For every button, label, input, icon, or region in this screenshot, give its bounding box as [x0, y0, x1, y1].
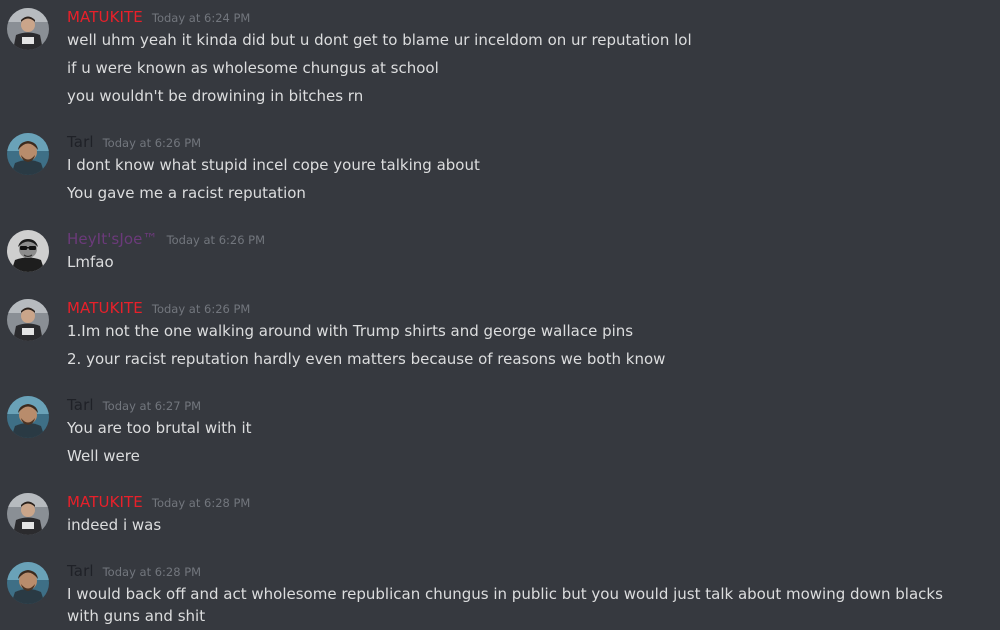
- timestamp[interactable]: Today at 6:26 PM: [167, 233, 265, 247]
- message-group: Tarl Today at 6:26 PM I dont know what st…: [0, 125, 1000, 210]
- message-text: well uhm yeah it kinda did but u dont ge…: [67, 31, 692, 49]
- avatar[interactable]: [7, 230, 49, 272]
- timestamp[interactable]: Today at 6:26 PM: [103, 136, 201, 150]
- username[interactable]: MATUKITE: [67, 299, 143, 317]
- message-group: HeyIt'sJoe™ Today at 6:26 PM Lmfao: [0, 222, 1000, 282]
- message-text: I dont know what stupid incel cope youre…: [67, 156, 480, 174]
- message-text: You are too brutal with it: [67, 419, 252, 437]
- timestamp[interactable]: Today at 6:24 PM: [152, 11, 250, 25]
- message-text: 1.Im not the one walking around with Tru…: [67, 322, 634, 340]
- avatar[interactable]: [7, 8, 49, 50]
- message-group: Tarl Today at 6:28 PM I would back off an…: [0, 554, 1000, 630]
- avatar[interactable]: [7, 562, 49, 604]
- matukite-avatar-icon: [7, 8, 49, 50]
- matukite-avatar-icon: [7, 299, 49, 341]
- username[interactable]: MATUKITE: [67, 8, 143, 26]
- matukite-avatar-icon: [7, 493, 49, 535]
- tarl-avatar-icon: [7, 133, 49, 175]
- message-group: MATUKITE Today at 6:24 PM well uhm yeah i…: [0, 0, 1000, 115]
- message-text: I would back off and act wholesome repub…: [67, 585, 943, 625]
- message-header: MATUKITE Today at 6:24 PM: [67, 7, 250, 27]
- timestamp[interactable]: Today at 6:26 PM: [152, 302, 250, 316]
- message-text: Lmfao: [67, 253, 114, 271]
- tarl-avatar-icon: [7, 562, 49, 604]
- message-header: Tarl Today at 6:27 PM: [67, 395, 201, 415]
- username[interactable]: Tarl: [67, 562, 94, 580]
- message-text: 2. your racist reputation hardly even ma…: [67, 350, 666, 368]
- message-header: Tarl Today at 6:28 PM: [67, 561, 201, 581]
- message-text: you wouldn't be drowining in bitches rn: [67, 87, 364, 105]
- heyitsjoe-avatar-icon: [7, 230, 49, 272]
- message-header: MATUKITE Today at 6:26 PM: [67, 298, 250, 318]
- username[interactable]: Tarl: [67, 133, 94, 151]
- message-header: HeyIt'sJoe™ Today at 6:26 PM: [67, 229, 265, 249]
- message-header: Tarl Today at 6:26 PM: [67, 132, 201, 152]
- username[interactable]: HeyIt'sJoe™: [67, 230, 158, 248]
- message-text: indeed i was: [67, 516, 162, 534]
- message-text: You gave me a racist reputation: [67, 184, 306, 202]
- username[interactable]: MATUKITE: [67, 493, 143, 511]
- avatar[interactable]: [7, 396, 49, 438]
- message-group: MATUKITE Today at 6:28 PM indeed i was: [0, 485, 1000, 545]
- tarl-avatar-icon: [7, 396, 49, 438]
- timestamp[interactable]: Today at 6:27 PM: [103, 399, 201, 413]
- message-group: MATUKITE Today at 6:26 PM 1.Im not the on…: [0, 291, 1000, 376]
- message-text: Well were: [67, 447, 140, 465]
- avatar[interactable]: [7, 493, 49, 535]
- avatar[interactable]: [7, 133, 49, 175]
- message-header: MATUKITE Today at 6:28 PM: [67, 492, 250, 512]
- username[interactable]: Tarl: [67, 396, 94, 414]
- message-group: Tarl Today at 6:27 PM You are too brutal …: [0, 388, 1000, 473]
- timestamp[interactable]: Today at 6:28 PM: [152, 496, 250, 510]
- timestamp[interactable]: Today at 6:28 PM: [103, 565, 201, 579]
- message-text: if u were known as wholesome chungus at …: [67, 59, 439, 77]
- avatar[interactable]: [7, 299, 49, 341]
